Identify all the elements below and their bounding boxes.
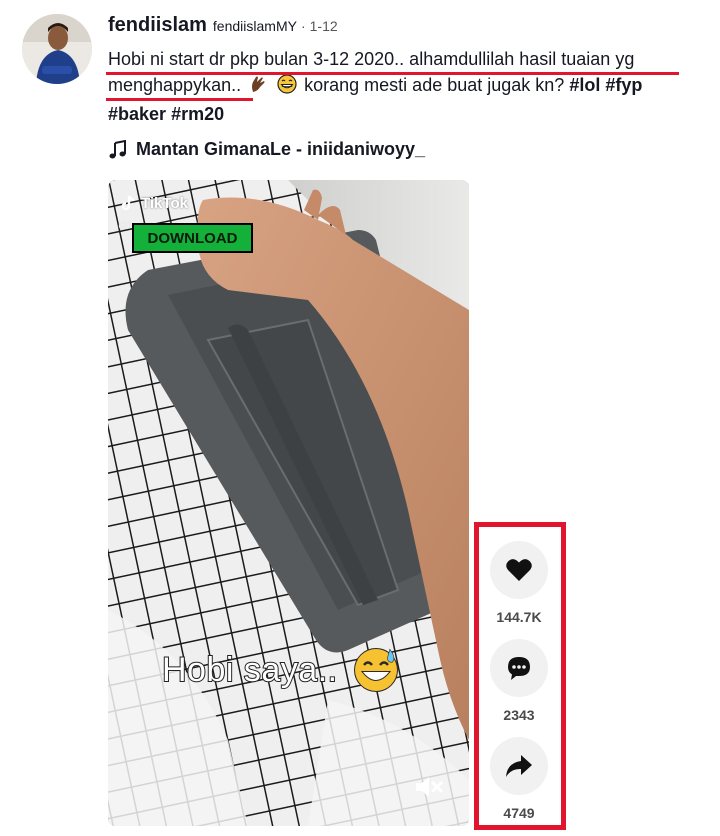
hashtag-fyp[interactable]: #fyp [605,75,642,95]
overlay-caption-text: Hobi saya.. [161,650,338,690]
caption: Hobi ni start dr pkp bulan 3-12 2020.. a… [108,46,708,127]
nickname[interactable]: fendiislamMY [213,18,297,34]
caption-line-2a: menghappykan.. [108,75,242,95]
like-count: 144.7K [496,609,542,625]
caption-line-1: Hobi ni start dr pkp bulan 3-12 2020.. a… [108,49,635,69]
avatar-image [22,14,92,84]
download-button[interactable]: DOWNLOAD [132,223,253,253]
share-count: 4749 [503,805,535,821]
caption-line-2b: korang mesti ade buat jugak kn? [304,75,565,95]
video-frame [108,180,469,826]
like-action: 144.7K [489,541,549,625]
share-button[interactable] [490,737,548,795]
highlight-underline-2 [106,98,253,101]
highlight-underline-1 [106,72,679,75]
post-date: 1-12 [309,18,338,34]
share-icon [506,755,532,777]
tiktok-watermark: TikTok [120,194,188,212]
hashtag-rm20[interactable]: #rm20 [171,104,224,124]
video-overlay-caption: Hobi saya.. [161,646,400,694]
tiktok-logo-icon [121,195,135,211]
music-title: Mantan GimanaLe - iniidaniwoyy_ [136,139,426,159]
heart-icon [506,559,532,581]
comment-count: 2343 [503,707,535,723]
post-header: fendiislam fendiislamMY · 1-12 [108,14,708,44]
tiktok-watermark-text: TikTok [141,194,188,212]
grin-emoji-icon [277,74,297,101]
separator: · [300,18,306,34]
mute-icon [416,777,443,797]
video-player[interactable]: TikTok @f DOWNLOAD Hobi saya.. [108,180,469,826]
comment-button[interactable] [490,639,548,697]
username[interactable]: fendiislam [108,14,207,37]
comment-action: 2343 [489,639,549,723]
music-link[interactable]: Mantan GimanaLe - iniidaniwoyy_ [108,139,425,160]
sweat-smile-emoji-icon [353,648,398,692]
music-note-icon [109,139,126,158]
hand-emoji-icon [248,74,268,101]
hashtag-lol[interactable]: #lol [569,75,600,95]
watermark-handle: @f [118,220,131,231]
mute-button[interactable] [414,774,444,800]
comment-icon [508,657,530,680]
like-button[interactable] [490,541,548,599]
share-action: 4749 [489,737,549,821]
avatar[interactable] [22,14,92,84]
hashtag-baker[interactable]: #baker [108,104,166,124]
